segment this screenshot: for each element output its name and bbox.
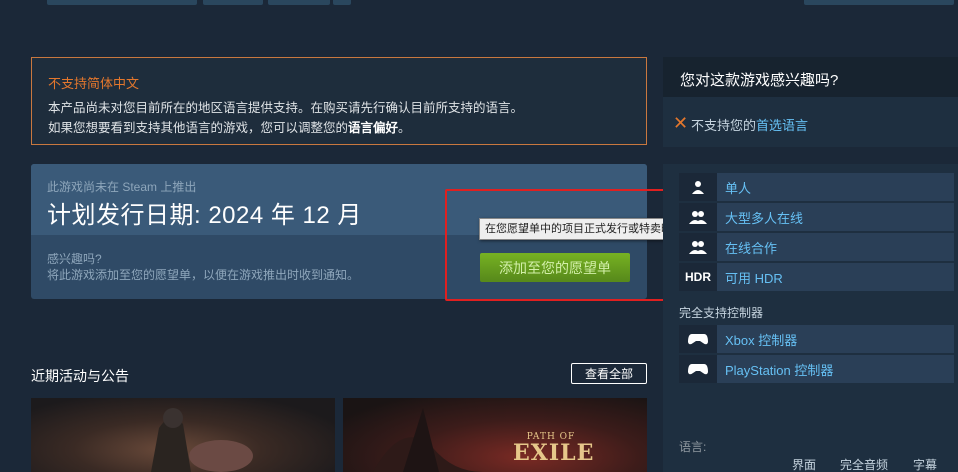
language-notice: ✕ 不支持您的首选语言 bbox=[663, 97, 958, 147]
interest-question: 您对这款游戏感兴趣吗? bbox=[663, 57, 958, 97]
feature-single-player[interactable]: 单人 bbox=[679, 173, 954, 201]
feature-hdr[interactable]: HDR 可用 HDR bbox=[679, 263, 954, 291]
language-warning: 不支持简体中文 本产品尚未对您目前所在的地区语言提供支持。在购买请先行确认目前所… bbox=[31, 57, 647, 145]
feature-online-coop[interactable]: 在线合作 bbox=[679, 233, 954, 261]
nav-tab[interactable] bbox=[804, 0, 954, 5]
mmo-icon bbox=[679, 203, 717, 231]
feature-xbox-controller[interactable]: Xbox 控制器 bbox=[679, 325, 954, 353]
hdr-icon: HDR bbox=[679, 263, 717, 291]
co-op-icon bbox=[679, 233, 717, 261]
feature-mmo[interactable]: 大型多人在线 bbox=[679, 203, 954, 231]
event-thumbnail[interactable] bbox=[31, 398, 335, 472]
nav-tab[interactable] bbox=[268, 0, 330, 5]
character-silhouette bbox=[151, 408, 253, 472]
playstation-controller-icon bbox=[679, 355, 717, 383]
language-col-interface: 界面 bbox=[792, 458, 817, 472]
feature-playstation-controller[interactable]: PlayStation 控制器 bbox=[679, 355, 954, 383]
xbox-controller-icon bbox=[679, 325, 717, 353]
scene-art bbox=[373, 408, 483, 472]
nav-tab[interactable] bbox=[333, 0, 351, 5]
nav-tab[interactable] bbox=[47, 0, 197, 5]
release-date: 计划发行日期: 2024 年 12 月 bbox=[47, 202, 362, 229]
view-all-button[interactable]: 查看全部 bbox=[571, 363, 647, 384]
language-col-audio: 完全音频 bbox=[840, 458, 889, 472]
close-icon: ✕ bbox=[673, 113, 689, 133]
controller-support-header: 完全支持控制器 bbox=[679, 306, 764, 320]
highlight-box bbox=[445, 189, 667, 301]
nav-tab[interactable] bbox=[203, 0, 263, 5]
event-thumbnail[interactable]: PATH OF EXILE bbox=[343, 398, 647, 472]
languages-panel: 语言: 界面 完全音频 字幕 bbox=[663, 420, 958, 472]
wishlist-description: 将此游戏添加至您的愿望单，以便在游戏推出时收到通知。 bbox=[47, 268, 360, 282]
language-warning-text-2: 如果您想要看到支持其他语言的游戏，您可以调整您的语言偏好。 bbox=[48, 121, 411, 135]
language-preference-link[interactable]: 语言偏好 bbox=[348, 121, 398, 135]
languages-title: 语言: bbox=[679, 440, 707, 454]
activity-title: 近期活动与公告 bbox=[31, 368, 129, 384]
path-of-exile-logo: PATH OF EXILE bbox=[513, 432, 595, 466]
language-col-subtitles: 字幕 bbox=[913, 458, 938, 472]
preferred-language-link[interactable]: 首选语言 bbox=[756, 118, 808, 133]
language-warning-title: 不支持简体中文 bbox=[48, 76, 140, 91]
coming-soon-label: 此游戏尚未在 Steam 上推出 bbox=[47, 180, 197, 194]
single-player-icon bbox=[679, 173, 717, 201]
language-warning-text: 本产品尚未对您目前所在的地区语言提供支持。在购买请先行确认目前所支持的语言。 bbox=[48, 101, 524, 115]
interested-label: 感兴趣吗? bbox=[47, 252, 102, 266]
